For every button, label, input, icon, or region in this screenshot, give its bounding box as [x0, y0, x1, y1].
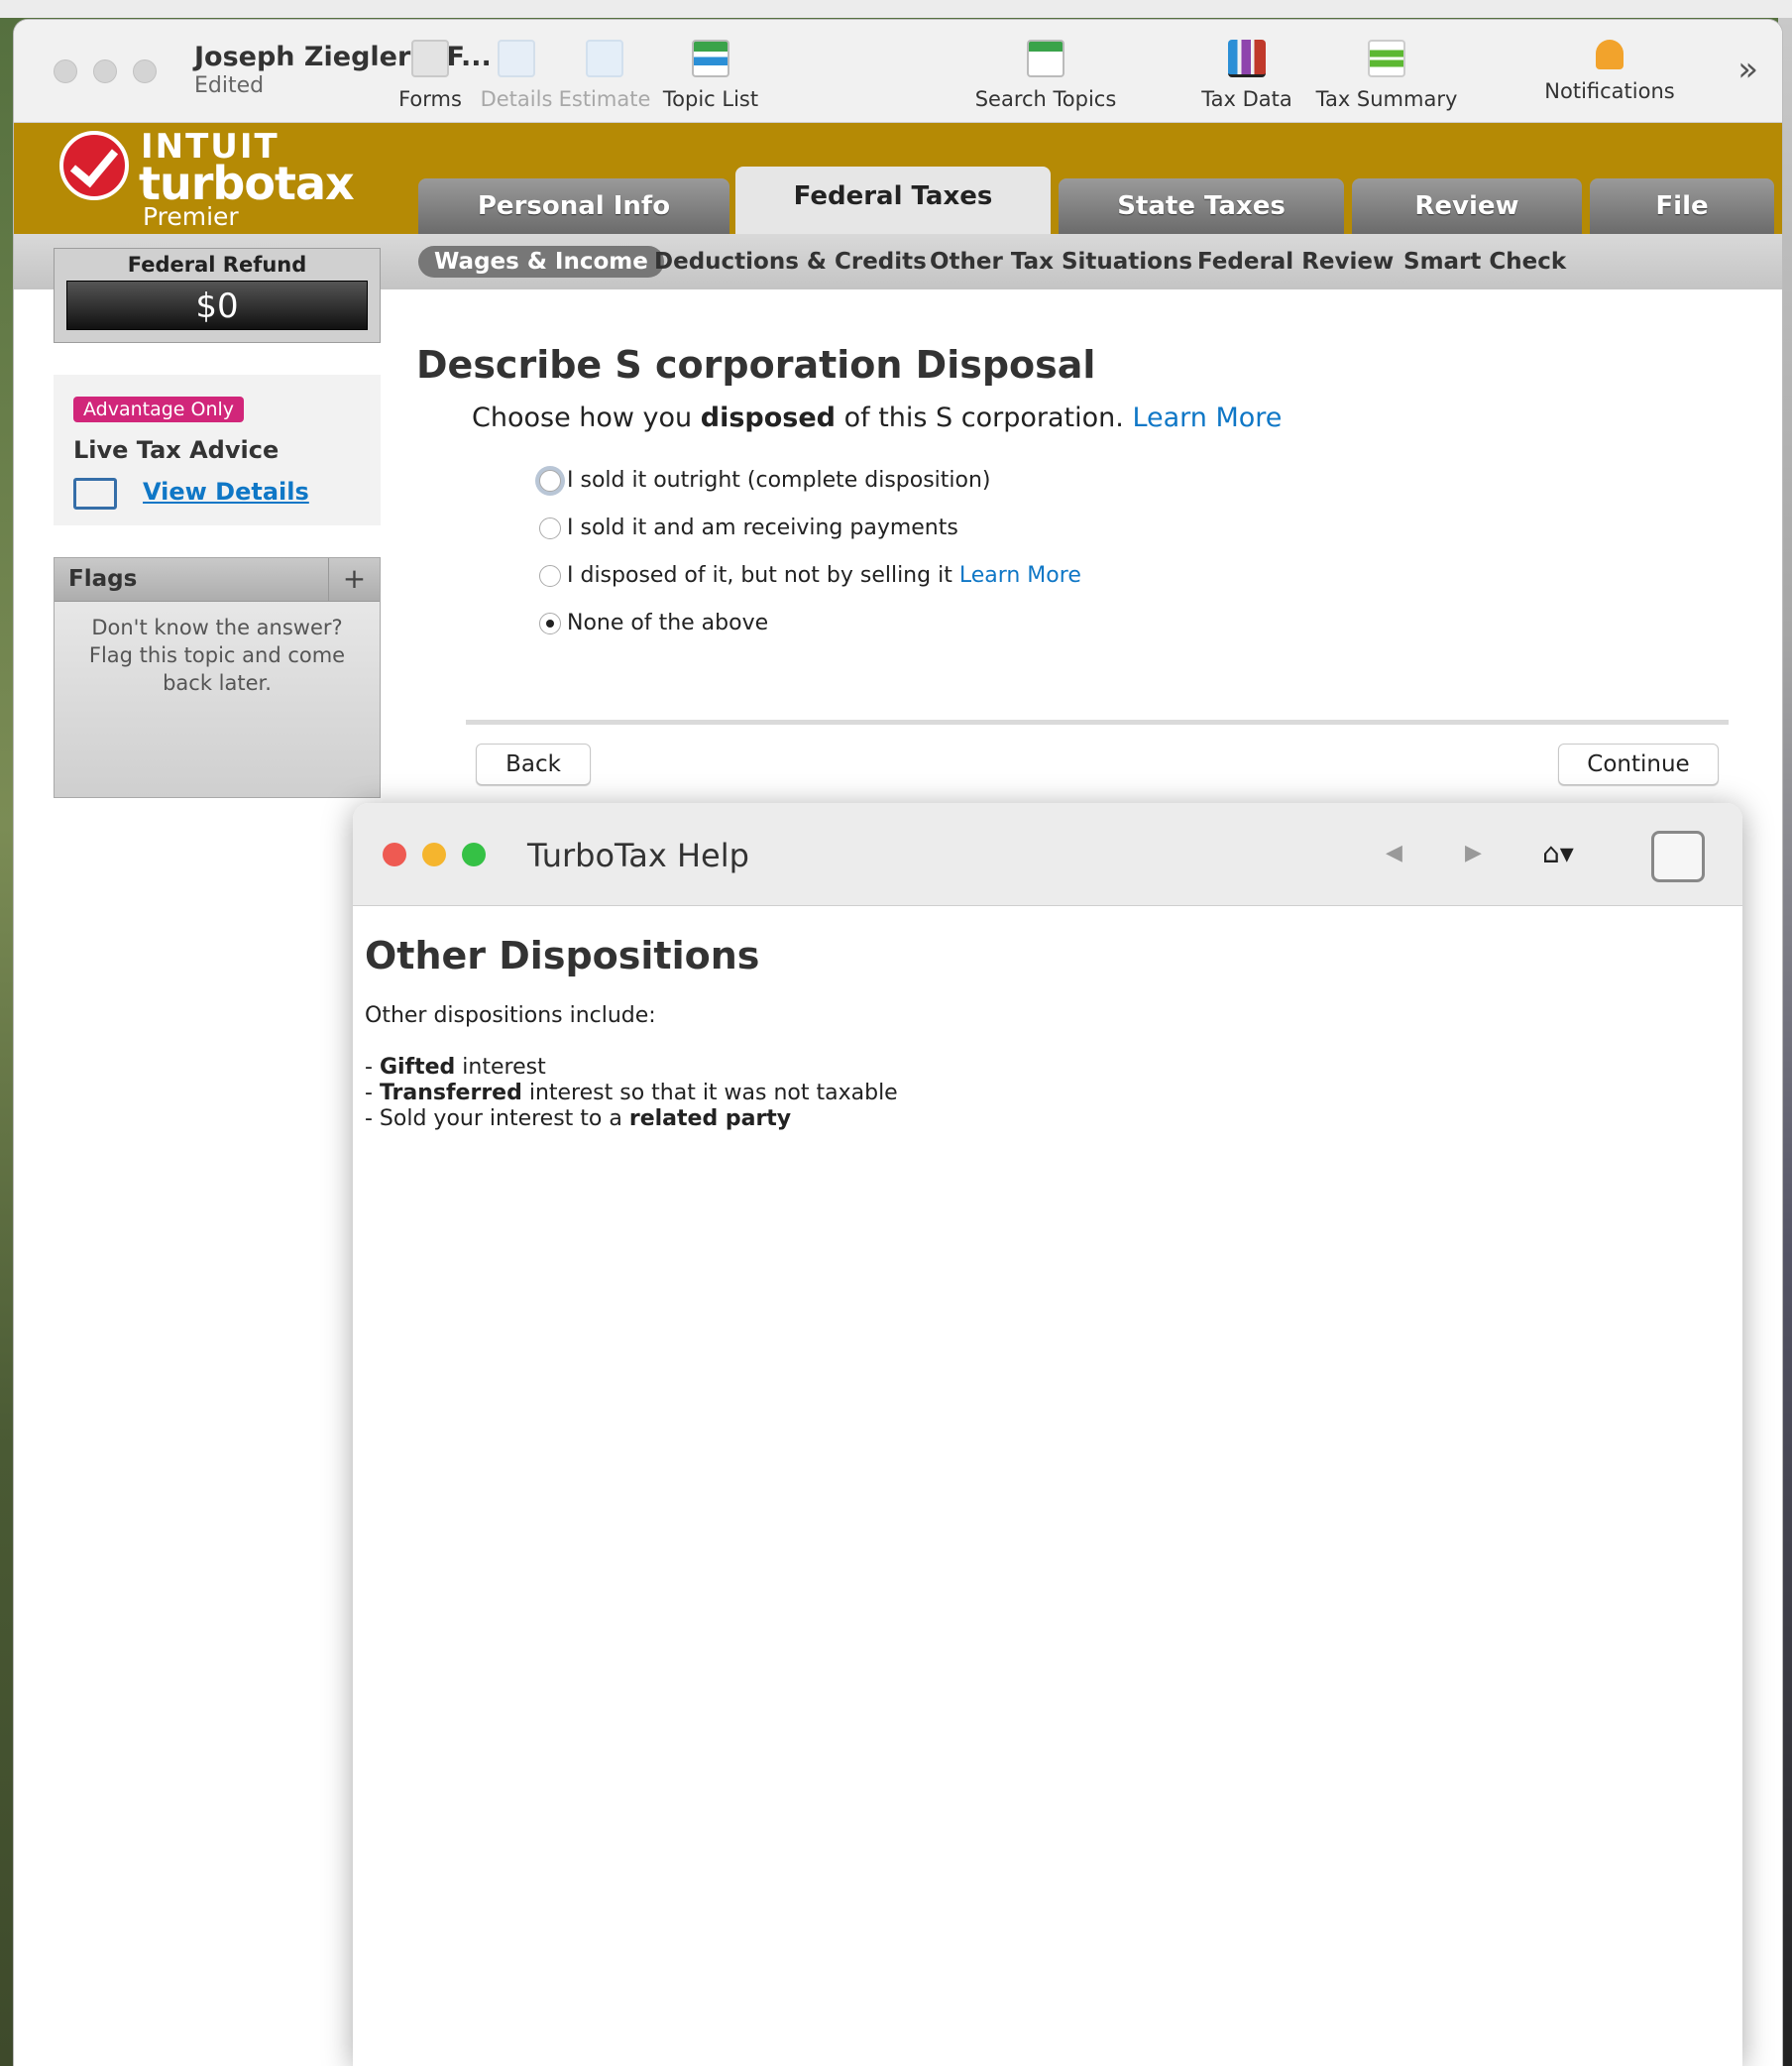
subtab-other-tax-situations[interactable]: Other Tax Situations [930, 246, 1192, 278]
window-controls [54, 59, 157, 83]
flags-title: Flags [68, 566, 138, 592]
help-zoom-button[interactable] [462, 843, 486, 866]
desktop-menubar [0, 0, 1792, 18]
details-icon [498, 40, 535, 77]
laptop-advisor-icon [73, 478, 117, 510]
help-list-item: - Gifted interest [365, 1055, 546, 1080]
learn-more-link[interactable]: Learn More [1132, 402, 1282, 433]
bell-icon [1596, 40, 1624, 69]
tab-personal-info[interactable]: Personal Info [418, 178, 729, 234]
help-window-title: TurboTax Help [527, 837, 749, 874]
radio-button[interactable] [539, 564, 561, 587]
toolbar-overflow-chevron-icon[interactable]: » [1737, 50, 1758, 89]
help-body: Other dispositions include: - Gifted int… [365, 1003, 898, 1132]
radio-button[interactable] [539, 516, 561, 539]
live-tax-advice-heading: Live Tax Advice [73, 436, 280, 464]
radio-button-selected[interactable] [539, 612, 561, 634]
help-list-item: - Sold your interest to a related party [365, 1106, 792, 1131]
logo-edition-text: Premier [143, 202, 239, 231]
radio-button[interactable] [539, 469, 561, 492]
help-intro: Other dispositions include: [365, 1003, 656, 1028]
refund-amount: $0 [66, 281, 368, 330]
bar-chart-icon [1228, 40, 1266, 77]
subtab-smart-check[interactable]: Smart Check [1403, 246, 1566, 278]
home-icon[interactable]: ⌂▾ [1542, 837, 1574, 869]
toolbar-notifications[interactable]: Notifications [1540, 40, 1679, 103]
estimate-icon [586, 40, 623, 77]
advantage-only-badge: Advantage Only [73, 397, 245, 422]
tab-file[interactable]: File [1590, 178, 1774, 234]
help-heading: Other Dispositions [365, 934, 760, 977]
forward-arrow-icon[interactable]: ▶ [1465, 841, 1482, 865]
printer-icon[interactable] [1651, 831, 1705, 882]
refund-label: Federal Refund [127, 253, 307, 277]
option-sold-outright[interactable]: I sold it outright (complete disposition… [539, 468, 991, 493]
toolbar-search-topics[interactable]: Search Topics [971, 40, 1120, 111]
federal-refund-panel: Federal Refund $0 [54, 248, 381, 343]
add-flag-button[interactable]: + [328, 558, 380, 602]
toolbar-tax-summary[interactable]: Tax Summary [1312, 40, 1461, 111]
turbotax-help-window: TurboTax Help ◀ ▶ ⌂▾ Other Dispositions … [353, 803, 1742, 2066]
subtab-federal-review[interactable]: Federal Review [1197, 246, 1394, 278]
close-window-button[interactable] [54, 59, 77, 83]
subtab-deductions-credits[interactable]: Deductions & Credits [654, 246, 927, 278]
document-status: Edited [194, 73, 265, 98]
turbotax-checkmark-logo [59, 131, 129, 200]
form-divider [466, 720, 1729, 725]
title-bar: Joseph Ziegler MF... Edited Forms Detail… [14, 20, 1782, 123]
tax-summary-icon [1368, 40, 1405, 77]
help-title-bar: TurboTax Help ◀ ▶ ⌂▾ [353, 803, 1742, 906]
forms-icon [411, 40, 449, 77]
live-tax-advice-panel: Advantage Only Live Tax Advice View Deta… [54, 375, 381, 525]
view-details-link[interactable]: View Details [143, 478, 309, 506]
toolbar-topic-list[interactable]: Topic List [646, 40, 775, 111]
zoom-window-button[interactable] [133, 59, 157, 83]
page-title: Describe S corporation Disposal [416, 343, 1096, 387]
help-minimize-button[interactable] [422, 843, 446, 866]
flags-message: Don't know the answer? Flag this topic a… [88, 616, 346, 695]
minimize-window-button[interactable] [93, 59, 117, 83]
tab-federal-taxes[interactable]: Federal Taxes [735, 167, 1051, 234]
option-disposed-not-selling[interactable]: I disposed of it, but not by selling it … [539, 563, 1081, 588]
option-none-of-the-above[interactable]: None of the above [539, 611, 768, 635]
option-learn-more-link[interactable]: Learn More [959, 563, 1081, 588]
tab-review[interactable]: Review [1352, 178, 1582, 234]
flags-header: Flags + [55, 558, 380, 602]
help-list-item: - Transferred interest so that it was no… [365, 1081, 898, 1105]
subtab-wages-income[interactable]: Wages & Income [418, 246, 664, 278]
continue-button[interactable]: Continue [1558, 744, 1719, 785]
back-button[interactable]: Back [476, 744, 591, 785]
flags-panel: Flags + Don't know the answer? Flag this… [54, 557, 381, 798]
topic-list-icon [692, 40, 729, 77]
help-close-button[interactable] [383, 843, 406, 866]
search-topics-icon [1027, 40, 1064, 77]
toolbar-tax-data[interactable]: Tax Data [1187, 40, 1306, 111]
back-arrow-icon[interactable]: ◀ [1386, 841, 1402, 865]
tab-state-taxes[interactable]: State Taxes [1059, 178, 1344, 234]
question-prompt: Choose how you disposed of this S corpor… [472, 402, 1283, 433]
option-sold-receiving-payments[interactable]: I sold it and am receiving payments [539, 516, 958, 540]
